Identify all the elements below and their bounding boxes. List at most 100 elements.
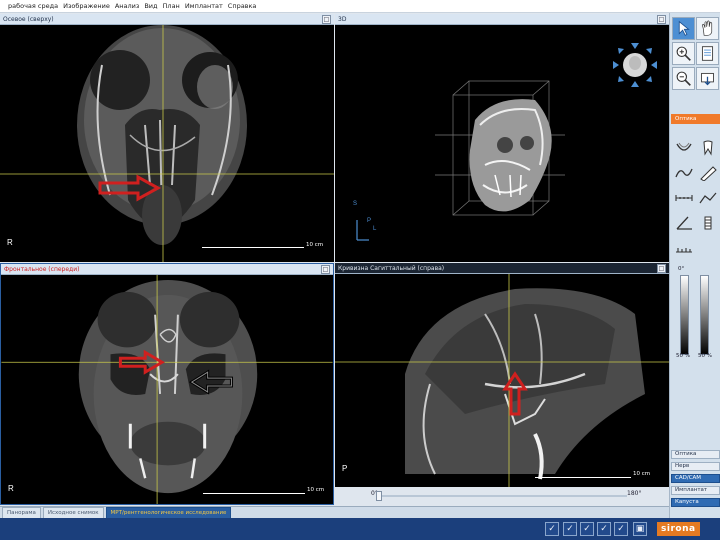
maximize-icon[interactable]: □ [657,264,666,273]
3d-axis-s: S [353,201,358,207]
arch-icon [675,142,692,151]
maximize-icon[interactable]: □ [322,15,331,24]
frontal-scale-label: 10 cm [307,487,325,493]
side-button-implant[interactable]: Имплантат [671,486,720,495]
sagittal-orient-label: P [342,464,348,473]
maximize-icon[interactable]: □ [321,265,330,274]
sagittal-viewport[interactable]: Кривизна Сагиттальный (справа) □ P 10 cm… [335,263,669,505]
hand-icon [702,20,713,36]
angle-slider-knob[interactable] [376,491,382,501]
3d-image[interactable] [335,25,669,262]
section-tab-optics[interactable]: Оптика [671,114,720,124]
sagittal-header: Кривизна Сагиттальный (справа) □ [335,263,669,274]
angle-end-label: 180° [627,490,642,497]
implant-tool[interactable] [696,213,719,232]
implant-icon [704,216,711,229]
zoom-out-button[interactable] [672,67,695,90]
pointer-tool-button[interactable] [672,17,695,40]
tab-ct-study[interactable]: МРТ/рентгенологическое исследование [105,507,232,518]
sagittal-ct-image [335,274,669,487]
sagittal-title: Кривизна Сагиттальный (справа) [338,264,445,272]
pan-tool-button[interactable] [696,17,719,40]
tool-e-icon[interactable]: ✓ [614,522,628,536]
angle-slider-track[interactable] [379,495,627,497]
contrast-slider[interactable] [700,275,709,355]
axial-scale-line [202,247,304,248]
zoom-out-icon [676,71,691,86]
frontal-ct-image [1,275,333,504]
polyline-icon [699,192,716,203]
orientation-cube [613,43,657,87]
tool-b-icon[interactable]: ✓ [563,522,577,536]
axial-orient-label: R [7,238,13,247]
frontal-header: Фронтальное (спереди) □ [1,264,333,275]
angle-icon [676,216,692,230]
app-window: рабочая среда Изображение Анализ Вид Пла… [0,0,720,540]
sagittal-scale-label: 10 cm [633,471,651,477]
sagittal-scale-line [535,477,631,478]
axial-header: Осевое (сверху) □ [0,14,334,25]
menu-bar: рабочая среда Изображение Анализ Вид Пла… [0,0,720,13]
frontal-image[interactable] [1,275,333,504]
pen-tool[interactable] [696,163,719,182]
zoom-in-icon [676,46,691,61]
axial-viewport[interactable]: Осевое (сверху) □ R 10 cm [0,14,334,262]
angle-slider-bar: 0° 180° [335,487,669,505]
arch-tool[interactable] [672,138,695,157]
maximize-icon[interactable]: □ [657,15,666,24]
curve-tool[interactable] [672,163,695,182]
brightness-value: 50 % [676,353,690,359]
3d-axis-l: L [373,226,377,232]
frontal-viewport[interactable]: Фронтальное (спереди) □ R 10 cm [0,263,334,505]
side-button-capsule[interactable]: Капуста [671,498,720,507]
menu-help[interactable]: Справка [228,2,257,10]
axial-title: Осевое (сверху) [3,15,54,23]
tool-d-icon[interactable]: ✓ [597,522,611,536]
menu-view[interactable]: Вид [144,2,157,10]
3d-header: 3D □ [335,14,669,25]
side-button-nerve[interactable]: Нерв [671,462,720,471]
3d-title: 3D [338,15,347,23]
range-top-label: 0° [678,266,685,272]
contrast-value: 50 % [698,353,712,359]
frontal-scale-line [203,493,305,494]
tab-source-image[interactable]: Исходное снимок [42,507,104,518]
tab-panorama[interactable]: Панорама [2,507,41,518]
ruler-icon [674,194,693,201]
3d-skull-render [356,43,657,241]
menu-implant[interactable]: Имплантат [185,2,223,10]
tool-f-icon[interactable]: ▣ [633,522,647,536]
status-bar: ✓ ✓ ✓ ✓ ✓ ▣ sirona [0,518,720,540]
workspace-tabs: Панорама Исходное снимок МРТ/рентгенолог… [0,506,669,518]
axial-image[interactable] [0,25,334,262]
menu-workspace[interactable]: рабочая среда [8,2,58,10]
side-button-cadcam[interactable]: CAD/CAM [671,474,720,483]
polyline-tool[interactable] [696,188,719,207]
3d-axis-p: P [367,218,372,224]
frontal-orient-label: R [8,484,14,493]
measure-scale-tool[interactable] [672,238,695,257]
document-icon [701,46,714,61]
distance-tool[interactable] [672,188,695,207]
tool-a-icon[interactable]: ✓ [545,522,559,536]
tooth-icon [702,140,713,156]
tool-c-icon[interactable]: ✓ [580,522,594,536]
export-button[interactable] [696,67,719,90]
side-button-optics[interactable]: Оптика [671,450,720,459]
export-icon [701,72,714,86]
menu-image[interactable]: Изображение [63,2,110,10]
menu-analysis[interactable]: Анализ [115,2,140,10]
angle-tool[interactable] [672,213,695,232]
tool-sidebar: Оптика 0° 50 % 50 % Оптика Нерв CAD/CAM … [669,13,720,518]
curve-icon [674,168,693,177]
brightness-slider[interactable] [680,275,689,355]
zoom-in-button[interactable] [672,42,695,65]
brand-logo: sirona [657,522,700,536]
document-button[interactable] [696,42,719,65]
tooth-tool[interactable] [696,138,719,157]
pointer-icon [678,20,690,36]
sagittal-image[interactable] [335,274,669,487]
pen-icon [699,165,717,181]
menu-plan[interactable]: План [163,2,180,10]
3d-viewport[interactable]: 3D □ S P L [335,14,669,262]
